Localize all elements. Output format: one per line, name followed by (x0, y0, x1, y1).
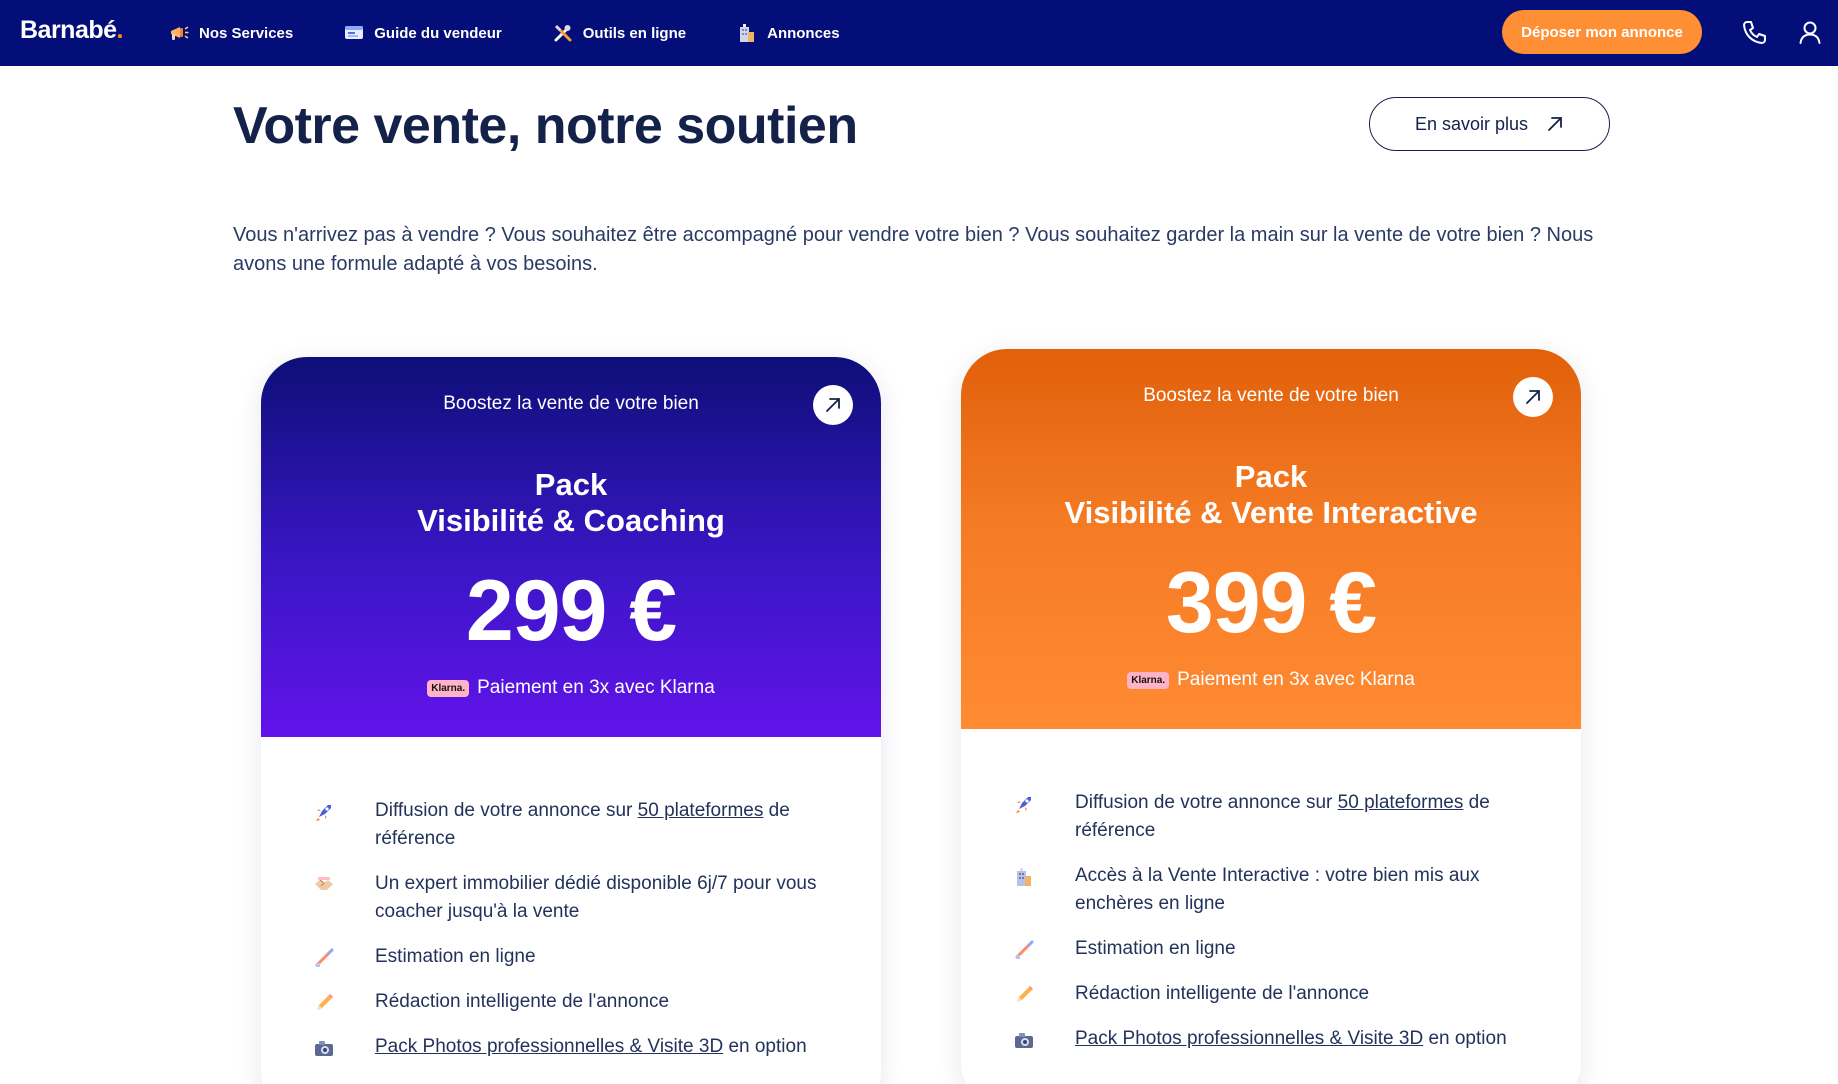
list-item: Accès à la Vente Interactive : votre bie… (1011, 862, 1531, 918)
feature-text: Un expert immobilier dédié disponible 6j… (375, 873, 817, 922)
user-icon[interactable] (1797, 19, 1825, 47)
list-item: Pack Photos professionnelles & Visite 3D… (311, 1033, 831, 1061)
card-header: Boostez la vente de votre bien Pack Visi… (961, 349, 1581, 729)
learn-more-button[interactable]: En savoir plus (1369, 97, 1610, 151)
list-item: Diffusion de votre annonce sur 50 platef… (1011, 789, 1531, 845)
nav-label: Outils en ligne (582, 24, 687, 42)
camera-icon (1011, 1027, 1037, 1053)
nav-item-annonces[interactable]: Annonces (736, 22, 840, 44)
nav-label: Nos Services (199, 24, 294, 42)
pack-card-interactive: Boostez la vente de votre bien Pack Visi… (961, 349, 1581, 1084)
platforms-link[interactable]: 50 plateformes (1338, 792, 1464, 813)
intro-text: Vous n'arrivez pas à vendre ? Vous souha… (233, 224, 1594, 275)
feature-list: Diffusion de votre annonce sur 50 platef… (311, 797, 831, 1078)
feature-list: Diffusion de votre annonce sur 50 platef… (1011, 789, 1531, 1070)
list-item: Pack Photos professionnelles & Visite 3D… (1011, 1025, 1531, 1053)
card-header: Boostez la vente de votre bien Pack Visi… (261, 357, 881, 737)
tools-icon (552, 22, 574, 44)
nav-item-tools[interactable]: Outils en ligne (552, 22, 686, 44)
pack-price: 399 € (1165, 555, 1377, 651)
arrow-up-right-icon (1526, 390, 1540, 404)
feature-text: Diffusion de votre annonce sur 50 platef… (375, 797, 831, 853)
feature-text: Rédaction intelligente de l'annonce (1075, 983, 1370, 1004)
list-item: Estimation en ligne (311, 943, 831, 971)
handshake-icon (311, 872, 337, 898)
list-item: Diffusion de votre annonce sur 50 platef… (311, 797, 831, 853)
feature-text-part: en option (723, 1036, 807, 1057)
nav-item-guide[interactable]: Guide du vendeur (343, 22, 502, 44)
pack-name: Pack Visibilité & Coaching (261, 467, 881, 539)
building-icon (736, 22, 758, 44)
estimate-icon (1011, 937, 1037, 963)
guide-icon (343, 22, 365, 44)
photo-pack-link[interactable]: Pack Photos professionnelles & Visite 3D (375, 1036, 723, 1057)
nav-item-services[interactable]: Nos Services (168, 22, 293, 44)
feature-text: Accès à la Vente Interactive : votre bie… (1075, 865, 1480, 914)
feature-text: Rédaction intelligente de l'annonce (375, 991, 670, 1012)
megaphone-icon (168, 22, 190, 44)
logo[interactable]: Barnabé. (20, 16, 124, 45)
klarna-logo: Klarna. (427, 679, 470, 697)
feature-text: Pack Photos professionnelles & Visite 3D… (1075, 1025, 1507, 1053)
pack-name-line2: Visibilité & Vente Interactive (1064, 495, 1478, 530)
rocket-icon (311, 799, 337, 825)
arrow-up-right-icon (826, 398, 840, 412)
page-title: Votre vente, notre soutien (233, 97, 858, 155)
learn-more-label: En savoir plus (1414, 113, 1529, 134)
klarna-text: Paiement en 3x avec Klarna (477, 677, 715, 698)
arrow-up-right-icon (1548, 117, 1562, 131)
card-tagline: Boostez la vente de votre bien (443, 393, 699, 414)
klarna-logo: Klarna. (1127, 671, 1170, 689)
card-link-button[interactable] (1513, 377, 1553, 417)
klarna-payment: Klarna. Paiement en 3x avec Klarna (961, 669, 1581, 691)
phone-icon[interactable] (1741, 19, 1769, 47)
nav-label: Annonces (767, 24, 840, 42)
klarna-text: Paiement en 3x avec Klarna (1177, 669, 1415, 690)
rocket-icon (1011, 791, 1037, 817)
top-navbar: Barnabé. Nos Services Guide du vendeur O… (0, 0, 1838, 66)
feature-text: Diffusion de votre annonce sur 50 platef… (1075, 789, 1531, 845)
pack-name-line1: Pack (1234, 459, 1308, 494)
list-item: Rédaction intelligente de l'annonce (311, 988, 831, 1016)
list-item: Un expert immobilier dédié disponible 6j… (311, 870, 831, 926)
card-tagline: Boostez la vente de votre bien (1143, 385, 1399, 406)
pack-card-coaching: Boostez la vente de votre bien Pack Visi… (261, 357, 881, 1084)
list-item: Rédaction intelligente de l'annonce (1011, 980, 1531, 1008)
camera-icon (311, 1035, 337, 1061)
klarna-payment: Klarna. Paiement en 3x avec Klarna (261, 677, 881, 699)
building-icon (1011, 864, 1037, 890)
feature-text: Estimation en ligne (1075, 938, 1236, 959)
logo-text: Barnabé (20, 16, 117, 44)
feature-text-part: Diffusion de votre annonce sur (1075, 792, 1338, 813)
main-nav: Nos Services Guide du vendeur Outils en … (168, 0, 890, 66)
card-link-button[interactable] (813, 385, 853, 425)
feature-text-part: Diffusion de votre annonce sur (375, 800, 638, 821)
pencil-icon (311, 990, 337, 1016)
estimate-icon (311, 945, 337, 971)
feature-text: Pack Photos professionnelles & Visite 3D… (375, 1033, 807, 1061)
platforms-link[interactable]: 50 plateformes (638, 800, 764, 821)
logo-dot: . (116, 16, 124, 44)
pencil-icon (1011, 982, 1037, 1008)
nav-label: Guide du vendeur (374, 24, 502, 42)
pack-price: 299 € (465, 563, 677, 659)
list-item: Estimation en ligne (1011, 935, 1531, 963)
pack-name: Pack Visibilité & Vente Interactive (961, 459, 1581, 531)
deposit-ad-button[interactable]: Déposer mon annonce (1502, 10, 1702, 54)
pack-name-line2: Visibilité & Coaching (417, 503, 725, 538)
feature-text: Estimation en ligne (375, 946, 536, 967)
pack-name-line1: Pack (534, 467, 608, 502)
photo-pack-link[interactable]: Pack Photos professionnelles & Visite 3D (1075, 1028, 1423, 1049)
feature-text-part: en option (1423, 1028, 1507, 1049)
